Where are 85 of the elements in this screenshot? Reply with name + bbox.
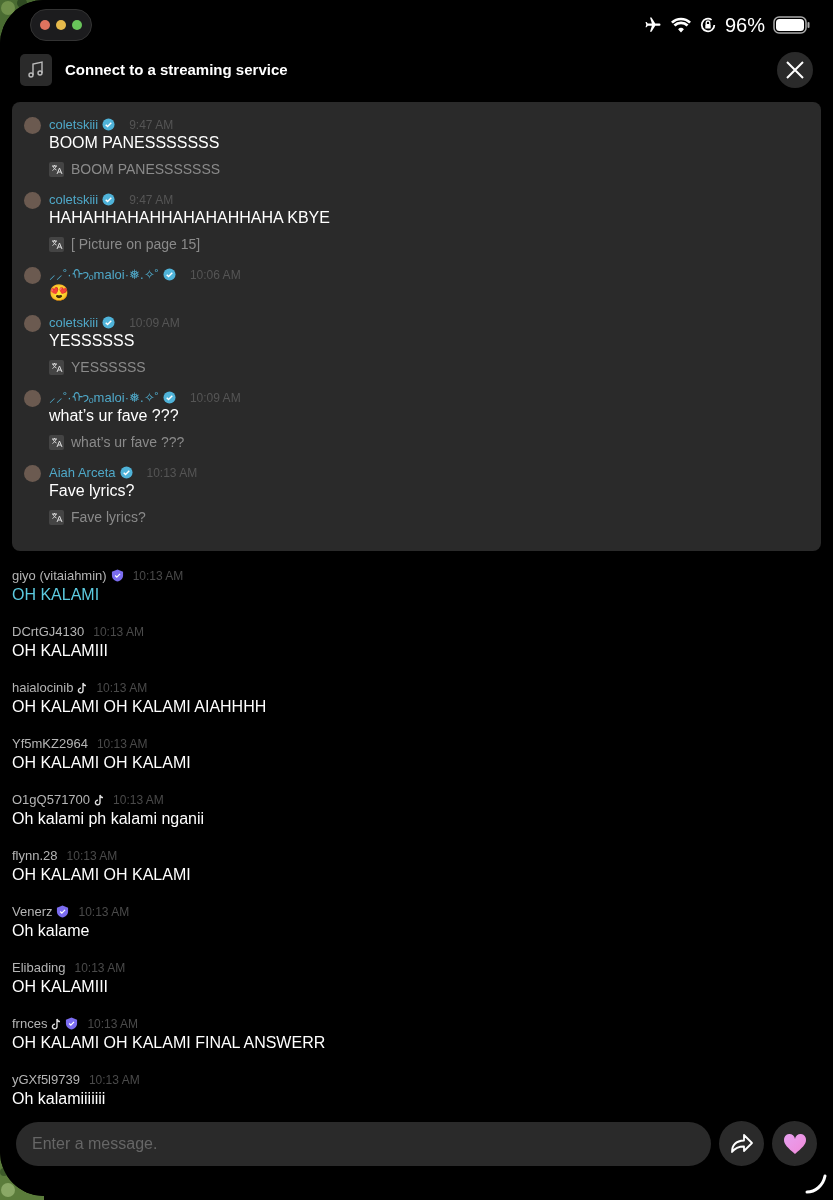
message-text: OH KALAMI OH KALAMI <box>12 753 192 773</box>
battery-icon <box>773 16 811 34</box>
translated-text: Fave lyrics? <box>71 508 146 527</box>
avatar <box>24 267 41 284</box>
username[interactable]: O1gQ571700 <box>12 789 91 810</box>
username[interactable]: DCrtGJ4130 <box>12 621 85 642</box>
message-text: OH KALAMIII <box>12 977 110 997</box>
timestamp: 10:13 AM <box>88 1071 140 1089</box>
verified-badge-icon <box>162 391 176 404</box>
timestamp: 10:13 AM <box>96 679 148 697</box>
heart-icon <box>782 1132 807 1155</box>
username[interactable]: Venerz <box>12 901 53 922</box>
translate-icon[interactable] <box>49 360 64 375</box>
message-text: Oh kalame <box>12 921 91 941</box>
timestamp: 10:13 AM <box>66 847 118 865</box>
translated-text: YESSSSSS <box>71 358 146 377</box>
translate-icon[interactable] <box>49 162 64 177</box>
translate-icon[interactable] <box>49 237 64 252</box>
message-text: Oh kalamiiiiiii <box>12 1089 107 1109</box>
message-text: 😍 <box>49 283 70 303</box>
timestamp: 10:13 AM <box>93 623 144 641</box>
username[interactable]: Yf5mKZ2964 <box>12 733 88 754</box>
verified-badge-icon <box>102 316 116 329</box>
share-button[interactable] <box>719 1121 764 1166</box>
message-field[interactable]: Enter a message. <box>16 1121 711 1166</box>
timestamp: 10:13 AM <box>132 567 184 585</box>
message-text: OH KALAMIII <box>12 641 110 661</box>
music-note-icon <box>20 54 52 86</box>
like-button[interactable] <box>772 1121 817 1166</box>
username[interactable]: Elibading <box>12 957 66 978</box>
verified-badge-icon <box>102 118 116 131</box>
header-title: Connect to a streaming service <box>65 59 288 80</box>
translated-text: [ Picture on page 15] <box>71 235 201 254</box>
username[interactable]: haialocinib <box>12 677 74 698</box>
timestamp: 10:13 AM <box>74 959 126 977</box>
username[interactable]: ⸝⸝˚·ᡣ𐭩ₒmaloi·❅.✧˚ <box>49 387 159 408</box>
timestamp: 10:13 AM <box>87 1015 139 1033</box>
message-text: Oh kalami ph kalami nganii <box>12 809 206 829</box>
username[interactable]: frnces <box>12 1013 48 1034</box>
message-text: what’s ur fave ??? <box>49 406 180 426</box>
username[interactable]: coletskiii <box>49 312 99 333</box>
verified-badge-icon <box>119 466 133 479</box>
shield-badge-icon <box>65 1017 79 1030</box>
timestamp: 10:13 AM <box>113 791 164 809</box>
message-text: OH KALAMI OH KALAMI <box>12 865 192 885</box>
wifi-icon <box>670 17 691 33</box>
battery-percentage: 96% <box>724 13 765 38</box>
music-note-icon <box>77 681 88 694</box>
avatar <box>24 390 41 407</box>
resize-handle-icon[interactable] <box>805 1174 827 1194</box>
avatar <box>24 192 41 209</box>
username[interactable]: flynn.28 <box>12 845 58 866</box>
close-button[interactable] <box>777 52 813 88</box>
close-icon <box>786 61 804 79</box>
shield-badge-icon <box>110 569 124 582</box>
avatar <box>24 465 41 482</box>
message-text: Fave lyrics? <box>49 481 136 501</box>
avatar <box>24 315 41 332</box>
avatar <box>24 117 41 134</box>
timestamp: 10:13 AM <box>78 903 130 921</box>
username[interactable]: coletskiii <box>49 189 99 210</box>
timestamp: 10:13 AM <box>96 735 148 753</box>
music-note-icon <box>51 1017 62 1030</box>
translated-text: what’s ur fave ??? <box>71 433 185 452</box>
verified-badge-icon <box>102 193 116 206</box>
message-text: OH KALAMI <box>12 585 101 605</box>
translated-text: BOOM PANESSSSSSS <box>71 160 221 179</box>
window-controls[interactable] <box>30 9 92 41</box>
message-text: OH KALAMI OH KALAMI FINAL ANSWERR <box>12 1033 327 1053</box>
share-icon <box>729 1132 754 1155</box>
shield-badge-icon <box>56 905 70 918</box>
username[interactable]: yGXf5l9739 <box>12 1069 80 1090</box>
message-text: HAHAHHAHAHHAHAHAHHAHA KBYE <box>49 208 330 228</box>
message-text: YESSSSSS <box>49 331 136 351</box>
username[interactable]: Aiah Arceta <box>49 462 116 483</box>
username[interactable]: giyo (vitaiahmin) <box>12 565 107 586</box>
username[interactable]: ⸝⸝˚·ᡣ𐭩ₒmaloi·❅.✧˚ <box>49 264 159 285</box>
music-note-icon <box>94 793 105 806</box>
message-text: OH KALAMI OH KALAMI AIAHHHH <box>12 697 268 717</box>
username[interactable]: coletskiii <box>49 114 99 135</box>
message-text: BOOM PANESSSSSSS <box>49 133 221 153</box>
translate-icon[interactable] <box>49 510 64 525</box>
rotation-lock-icon <box>698 16 717 34</box>
translate-icon[interactable] <box>49 435 64 450</box>
verified-badge-icon <box>162 268 176 281</box>
